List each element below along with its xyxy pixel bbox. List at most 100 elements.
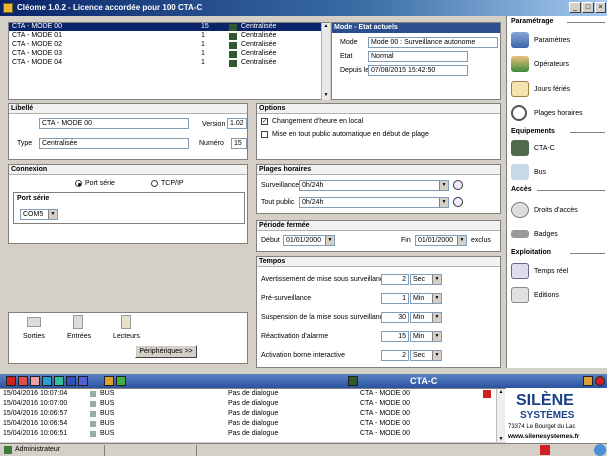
chevron-down-icon: ▼ [439,181,448,190]
tempo-label: Suspension de la mise sous surveillance [261,314,388,321]
tempo-value-field[interactable]: 1 [381,293,409,304]
tcpip-radio[interactable] [151,180,158,187]
port-select[interactable]: COM5 ▼ [20,209,58,220]
scroll-down-icon[interactable]: ▼ [497,436,505,442]
scroll-up-icon[interactable]: ▲ [322,23,330,31]
mode-name: CTA - MODE 03 [12,50,63,57]
logo-url: www.silenesystemes.fr [508,433,580,440]
section-divider [567,22,605,23]
sidebar-item-jours-feries[interactable]: Jours fériés [511,79,607,101]
sorties-icon[interactable] [27,317,41,327]
minus-icon[interactable] [78,376,88,386]
tempo-unit-select[interactable]: Sec ▼ [410,274,442,285]
chevron-down-icon: ▼ [432,294,441,303]
sidebar-item-temps-reel[interactable]: Temps réel [511,261,607,283]
tempo-value-field[interactable]: 15 [381,331,409,342]
clock-icon[interactable] [453,197,463,207]
lecteurs-icon[interactable] [121,315,131,329]
close-button[interactable]: × [595,2,606,13]
info-icon[interactable] [42,376,52,386]
sidebar-item-editions[interactable]: Editions [511,285,607,307]
port-serie-radio[interactable] [75,180,82,187]
entrees-icon[interactable] [73,315,83,329]
mode-row[interactable]: CTA - MODE 00 15 Centralisée [9,23,321,32]
tempos-header: Tempos [257,257,500,267]
log-row[interactable]: 15/04/2016 10:06:54 BUS Pas de dialogue CTA… [0,420,500,429]
opt2-checkbox[interactable] [261,131,268,138]
tempo-unit-select[interactable]: Min ▼ [410,293,442,304]
depuis-field[interactable]: 07/08/2015 15:42:50 [368,65,468,76]
network-icon[interactable] [66,376,76,386]
tempo-unit-select[interactable]: Sec ▼ [410,350,442,361]
status-user: Administrateur [15,446,61,453]
numero-field[interactable]: 15 [231,138,247,149]
tray-icon[interactable] [540,445,550,455]
type-field[interactable]: Centralisée [39,138,189,149]
mode-number: 1 [201,59,205,66]
debut-label: Début [261,237,280,244]
log-row[interactable]: 15/04/2016 10:07:04 BUS Pas de dialogue CTA… [0,390,500,399]
mode-list[interactable]: CTA - MODE 00 15 Centralisée CTA - MODE 01 1… [8,22,330,100]
cta-c-icon [229,60,237,67]
user-icon [4,446,12,454]
window-title: Cléome 1.0.2 - Licence accordée pour 100… [17,3,203,12]
mode-number: 1 [201,50,205,57]
log-row[interactable]: 15/04/2016 10:06:57 BUS Pas de dialogue CTA… [0,410,500,419]
log-scrollbar[interactable]: ▲ ▼ [496,389,505,442]
tempo-value-field[interactable]: 2 [381,274,409,285]
refresh-icon[interactable] [116,376,126,386]
mode-row[interactable]: CTA - MODE 04 1 Centralisée [9,59,321,68]
tempo-unit-select[interactable]: Min ▼ [410,312,442,323]
scroll-down-icon[interactable]: ▼ [322,92,330,100]
key-icon[interactable] [583,376,593,386]
sidebar-item-parametres[interactable]: Paramètres [511,30,607,52]
peripheriques-button[interactable]: Périphériques >> [135,345,197,358]
stop-icon[interactable] [18,376,28,386]
status-bar: Administrateur [0,443,607,456]
sidebar-item-cta-c[interactable]: CTA-C [511,138,607,160]
sidebar-item-bus[interactable]: Bus [511,162,607,184]
folder-icon[interactable] [104,376,114,386]
sidebar: Paramétrage Paramètres Opérateurs Jours … [506,16,607,368]
tempo-unit-select[interactable]: Min ▼ [410,331,442,342]
fin-date-select[interactable]: 01/01/2000 ▼ [415,235,467,246]
tray-icon[interactable] [594,444,606,456]
mode-type: Centralisée [241,32,277,39]
clock-icon[interactable] [453,180,463,190]
etat-field[interactable]: Normal [368,51,468,62]
libelle-name-field[interactable]: CTA - MODE 00 [39,118,189,129]
minimize-button[interactable]: _ [569,2,581,13]
tout-public-select[interactable]: 0h/24h ▼ [299,197,449,208]
sidebar-item-droits-acces[interactable]: Droits d'accès [511,200,607,222]
alarm-icon[interactable] [6,376,16,386]
chevron-down-icon: ▼ [325,236,334,245]
add-icon[interactable] [54,376,64,386]
log-row[interactable]: 15/04/2016 10:06:51 BUS Pas de dialogue CTA… [0,430,500,439]
chevron-down-icon: ▼ [432,351,441,360]
sidebar-item-operateurs[interactable]: Opérateurs [511,54,607,76]
mode-row[interactable]: CTA - MODE 01 1 Centralisée [9,32,321,41]
peripheriques-panel: Sorties Entrées Lecteurs Périphériques >… [8,312,248,364]
mode-row[interactable]: CTA - MODE 02 1 Centralisée [9,41,321,50]
maximize-button[interactable]: □ [582,2,594,13]
opt1-checkbox[interactable]: ✓ [261,118,268,125]
sidebar-item-label: Plages horaires [534,110,583,117]
mode-field[interactable]: Mode 00 : Surveillance autonome [368,37,498,48]
chevron-down-icon: ▼ [432,275,441,284]
sidebar-item-label: CTA-C [534,145,555,152]
sidebar-item-plages-horaires[interactable]: Plages horaires [511,103,607,125]
mode-row[interactable]: CTA - MODE 03 1 Centralisée [9,50,321,59]
sidebar-item-badges[interactable]: Badges [511,224,607,246]
scroll-up-icon[interactable]: ▲ [497,389,505,395]
surveillance-select[interactable]: 0h/24h ▼ [299,180,449,191]
tempo-value-field[interactable]: 2 [381,350,409,361]
cta-c-icon [229,24,237,31]
debut-date-select[interactable]: 01/01/2000 ▼ [283,235,335,246]
options-header: Options [257,104,500,114]
version-field[interactable]: 1.02 [227,118,247,129]
warning-icon[interactable] [30,376,40,386]
tempo-value-field[interactable]: 30 [381,312,409,323]
power-icon[interactable] [595,376,605,386]
log-row[interactable]: 15/04/2016 10:07:00 BUS Pas de dialogue CTA… [0,400,500,409]
mode-list-scrollbar[interactable]: ▲ ▼ [321,23,330,100]
